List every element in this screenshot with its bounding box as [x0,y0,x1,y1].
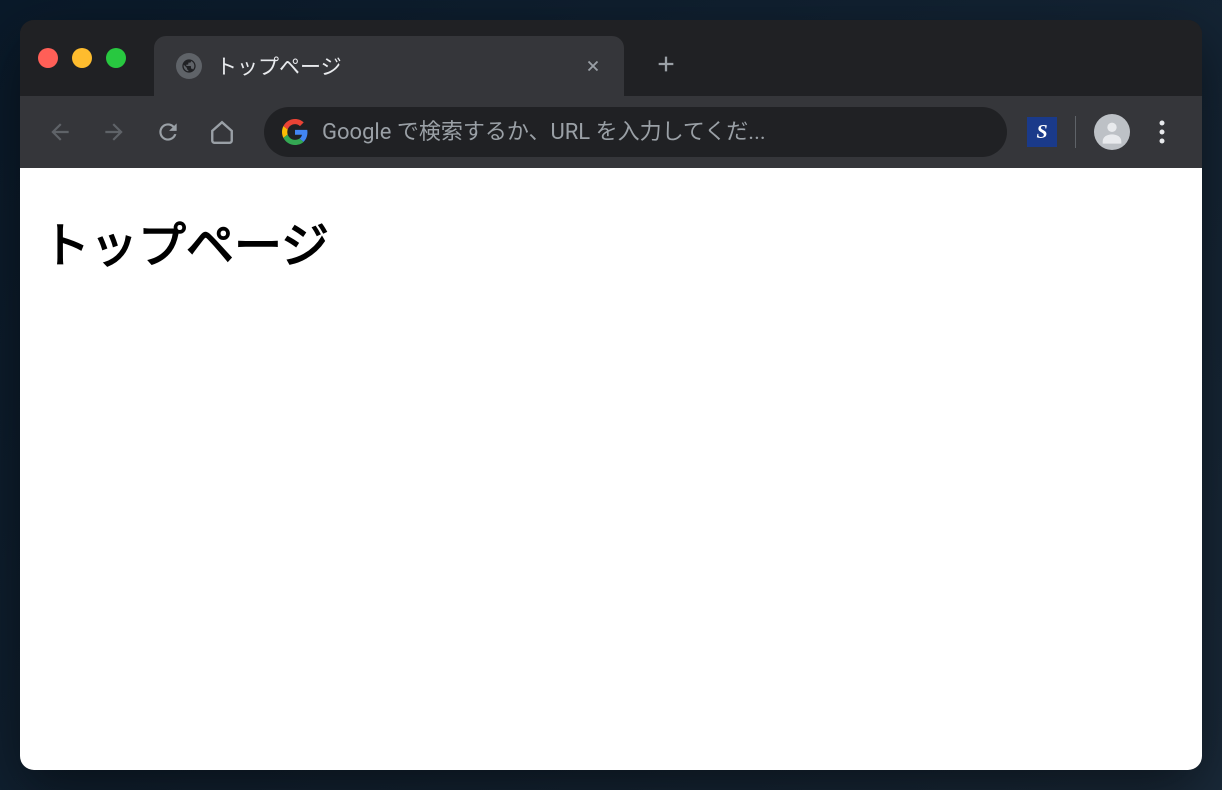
forward-button[interactable] [92,110,136,154]
browser-tab[interactable]: トップページ [154,36,624,96]
tab-title: トップページ [216,51,566,81]
browser-window: トップページ [20,20,1202,770]
extension-label: S [1036,121,1047,144]
maximize-window-button[interactable] [106,48,126,68]
globe-icon [176,53,202,79]
profile-button[interactable] [1094,114,1130,150]
minimize-window-button[interactable] [72,48,92,68]
menu-button[interactable] [1140,110,1184,154]
back-button[interactable] [38,110,82,154]
google-icon [282,119,308,145]
page-heading: トップページ [42,206,1180,276]
address-input[interactable] [322,120,989,145]
tab-bar: トップページ [20,20,1202,96]
window-controls [38,48,126,68]
close-tab-button[interactable] [580,53,606,79]
toolbar-divider [1075,116,1076,148]
page-content: トップページ [20,168,1202,770]
close-window-button[interactable] [38,48,58,68]
reload-button[interactable] [146,110,190,154]
home-button[interactable] [200,110,244,154]
toolbar: S [20,96,1202,168]
new-tab-button[interactable] [646,44,686,84]
extension-button[interactable]: S [1027,117,1057,147]
address-bar[interactable] [264,107,1007,157]
